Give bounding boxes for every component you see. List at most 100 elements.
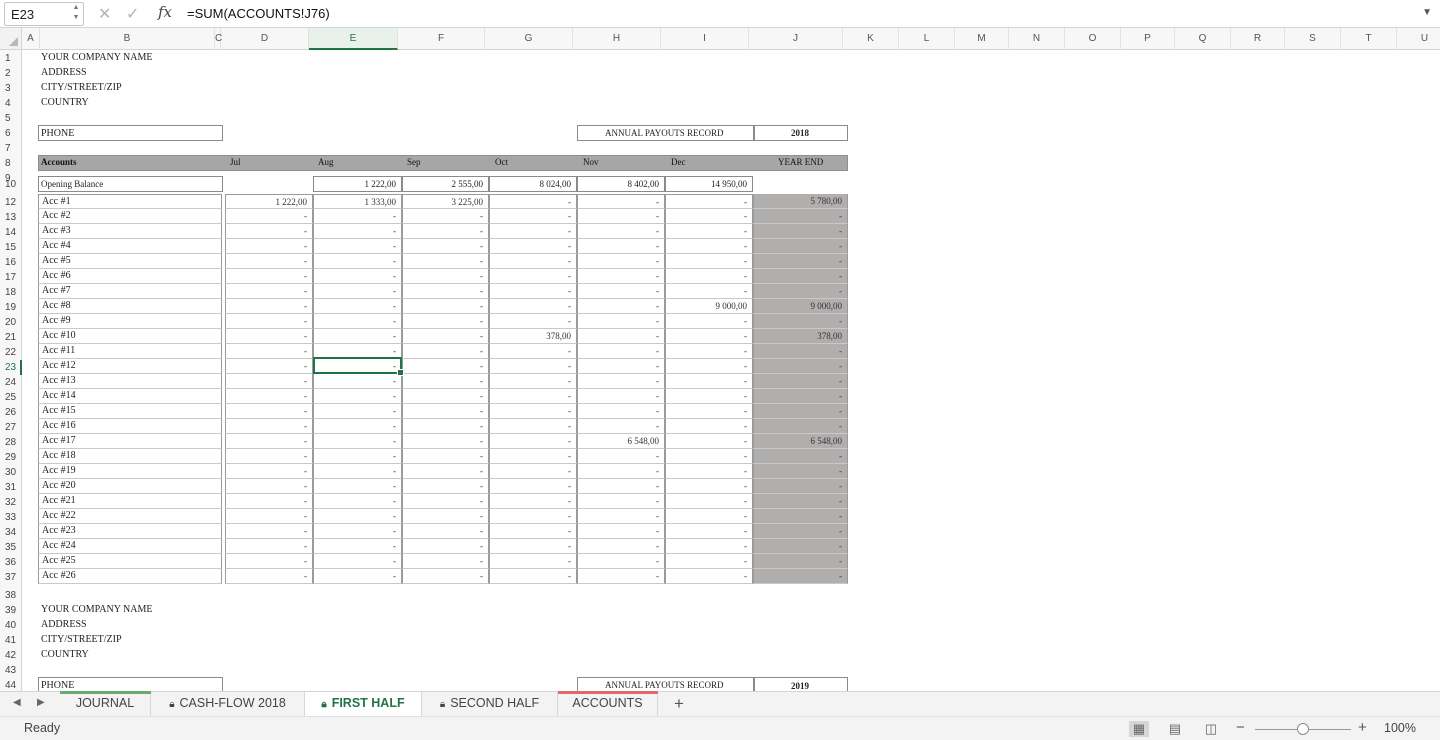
cell-dec[interactable]: - [665, 554, 753, 569]
cell-dec[interactable]: - [665, 194, 753, 209]
cell-year-end[interactable]: - [753, 224, 848, 239]
cell-aug[interactable]: - [313, 239, 402, 254]
cell-jul[interactable]: - [225, 254, 313, 269]
cell-dec[interactable]: - [665, 539, 753, 554]
page-layout-icon[interactable]: ▤ [1165, 721, 1185, 737]
cell-nov[interactable]: - [577, 239, 665, 254]
cell-aug[interactable]: - [313, 269, 402, 284]
account-name[interactable]: Acc #22 [38, 509, 222, 524]
cell-aug[interactable]: - [313, 509, 402, 524]
account-name[interactable]: Acc #23 [38, 524, 222, 539]
cell-sep[interactable]: - [402, 329, 489, 344]
row-header-31[interactable]: 31 [0, 480, 22, 495]
cell-oct[interactable]: - [489, 269, 577, 284]
cell-jul[interactable]: 1 222,00 [225, 194, 313, 209]
cell-sep[interactable]: - [402, 299, 489, 314]
scroll-right-icon[interactable]: ▶ [37, 697, 45, 708]
opening-balance-nov[interactable]: 8 402,00 [577, 176, 665, 192]
cell-dec[interactable]: - [665, 254, 753, 269]
cell-sep[interactable]: - [402, 569, 489, 584]
cell-aug[interactable]: - [313, 284, 402, 299]
account-name[interactable]: Acc #14 [38, 389, 222, 404]
cell-sep[interactable]: - [402, 344, 489, 359]
normal-view-icon[interactable]: ▦ [1129, 721, 1149, 737]
tab-first-half[interactable]: 🔒︎ FIRST HALF [305, 692, 422, 716]
row-header-28[interactable]: 28 [0, 435, 22, 450]
account-name[interactable]: Acc #21 [38, 494, 222, 509]
cell-dec[interactable]: - [665, 569, 753, 584]
phone-box[interactable]: PHONE [38, 125, 223, 141]
row-header-10[interactable]: 10 [0, 177, 22, 192]
row-header-40[interactable]: 40 [0, 618, 22, 633]
row-header-1[interactable]: 1 [0, 51, 22, 66]
cell-dec[interactable]: - [665, 359, 753, 374]
cell-aug[interactable]: - [313, 539, 402, 554]
cell-jul[interactable]: - [225, 464, 313, 479]
cell-nov[interactable]: - [577, 359, 665, 374]
cell-aug[interactable]: - [313, 449, 402, 464]
cell-jul[interactable]: - [225, 359, 313, 374]
column-header-l[interactable]: L [899, 28, 955, 50]
cell-dec[interactable]: - [665, 344, 753, 359]
row-header-36[interactable]: 36 [0, 555, 22, 570]
cell-aug[interactable]: - [313, 329, 402, 344]
cell-year-end[interactable]: 378,00 [753, 329, 848, 344]
cell-aug[interactable]: - [313, 464, 402, 479]
column-header-d[interactable]: D [221, 28, 309, 50]
cell-jul[interactable]: - [225, 224, 313, 239]
cell-jul[interactable]: - [225, 554, 313, 569]
row-header-7[interactable]: 7 [0, 141, 22, 156]
opening-balance-aug[interactable]: 1 222,00 [313, 176, 402, 192]
cancel-x-icon[interactable]: ✕ [98, 4, 111, 24]
cell-sep[interactable]: - [402, 374, 489, 389]
cell-aug[interactable]: - [313, 524, 402, 539]
cell-jul[interactable]: - [225, 284, 313, 299]
cell-dec[interactable]: 9 000,00 [665, 299, 753, 314]
zoom-out-button[interactable]: − [1236, 719, 1245, 736]
cell-oct[interactable]: - [489, 239, 577, 254]
cell-oct[interactable]: - [489, 419, 577, 434]
cell-aug[interactable]: - [313, 554, 402, 569]
cell-nov[interactable]: - [577, 569, 665, 584]
cell-sep[interactable]: - [402, 494, 489, 509]
account-name[interactable]: Acc #9 [38, 314, 222, 329]
cell-sep[interactable]: - [402, 479, 489, 494]
cell-dec[interactable]: - [665, 374, 753, 389]
chevron-down-icon[interactable]: ▼ [1422, 7, 1432, 18]
cell-sep[interactable]: - [402, 419, 489, 434]
account-name[interactable]: Acc #4 [38, 239, 222, 254]
record-year-box-second[interactable]: 2019 [754, 677, 848, 691]
cell-sep[interactable]: - [402, 434, 489, 449]
row-header-35[interactable]: 35 [0, 540, 22, 555]
cell-oct[interactable]: - [489, 224, 577, 239]
cell-nov[interactable]: - [577, 254, 665, 269]
cell-year-end[interactable]: 6 548,00 [753, 434, 848, 449]
row-header-12[interactable]: 12 [0, 195, 22, 210]
column-header-o[interactable]: O [1065, 28, 1121, 50]
row-header-3[interactable]: 3 [0, 81, 22, 96]
cell-year-end[interactable]: - [753, 239, 848, 254]
account-name[interactable]: Acc #8 [38, 299, 222, 314]
cell-dec[interactable]: - [665, 269, 753, 284]
cell-dec[interactable]: - [665, 284, 753, 299]
cell-dec[interactable]: - [665, 224, 753, 239]
cell-sep[interactable]: - [402, 524, 489, 539]
row-header-13[interactable]: 13 [0, 210, 22, 225]
scroll-left-icon[interactable]: ◀ [13, 697, 21, 708]
cell-jul[interactable]: - [225, 524, 313, 539]
row-header-19[interactable]: 19 [0, 300, 22, 315]
opening-balance-dec[interactable]: 14 950,00 [665, 176, 753, 192]
add-sheet-button[interactable]: + [668, 692, 690, 716]
cell-nov[interactable]: - [577, 404, 665, 419]
row-header-38[interactable]: 38 [0, 588, 22, 603]
cell-jul[interactable]: - [225, 239, 313, 254]
column-header-u[interactable]: U [1397, 28, 1440, 50]
row-header-8[interactable]: 8 [0, 156, 22, 171]
cell-jul[interactable]: - [225, 479, 313, 494]
row-header-22[interactable]: 22 [0, 345, 22, 360]
row-header-16[interactable]: 16 [0, 255, 22, 270]
cell-dec[interactable]: - [665, 479, 753, 494]
row-header-41[interactable]: 41 [0, 633, 22, 648]
column-header-b[interactable]: B [40, 28, 215, 50]
cell-nov[interactable]: - [577, 419, 665, 434]
